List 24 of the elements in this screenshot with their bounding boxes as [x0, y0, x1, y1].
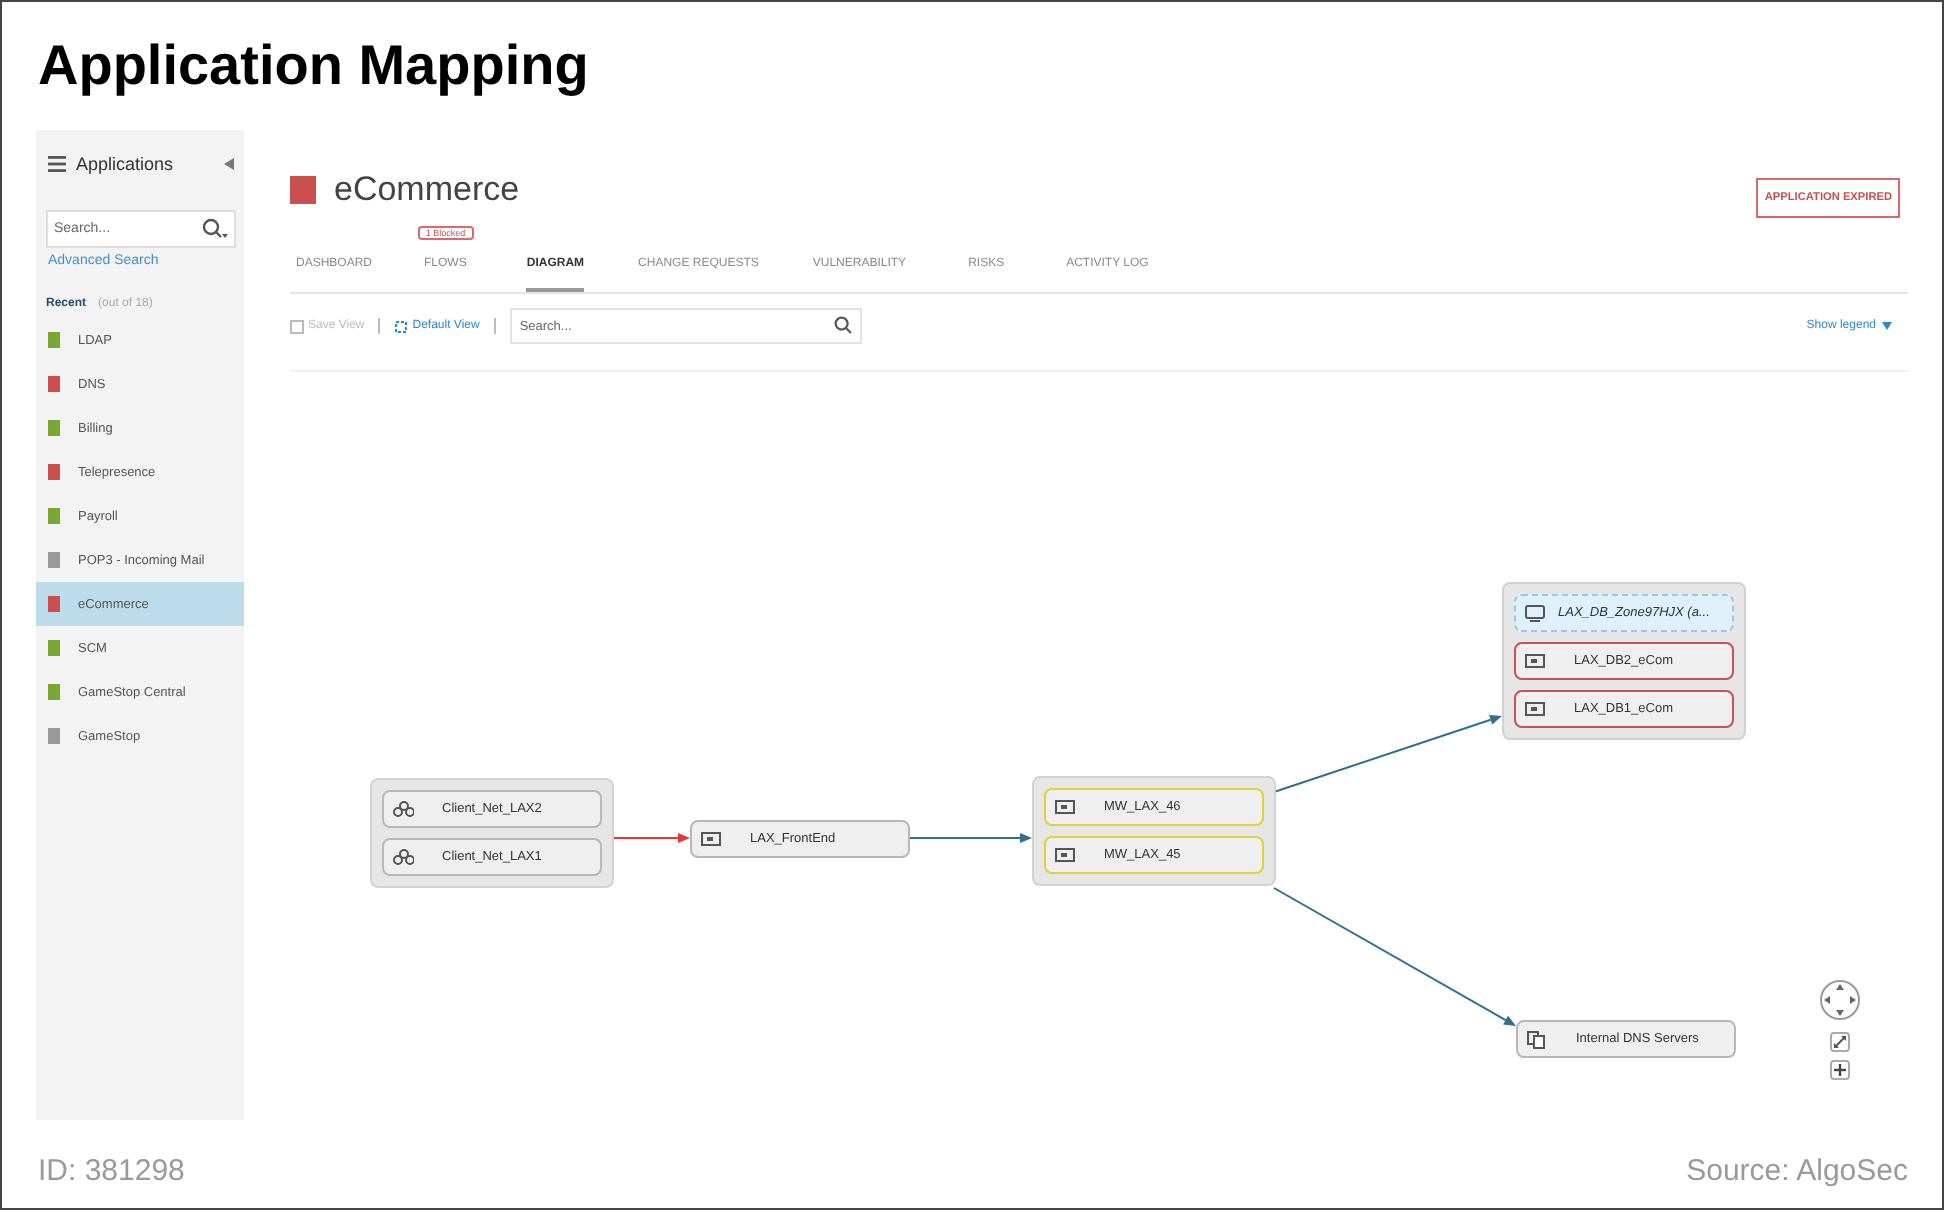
- caret-icon: [1882, 322, 1892, 330]
- server-icon: [1054, 797, 1076, 817]
- copies-icon: [1526, 1029, 1548, 1049]
- zoom-in-button[interactable]: [1830, 1060, 1850, 1080]
- menu-icon[interactable]: [48, 156, 66, 172]
- server-icon: [1054, 845, 1076, 865]
- search-icon[interactable]: [202, 218, 228, 240]
- sidebar-title: Applications: [76, 154, 174, 174]
- server-icon: [1524, 699, 1546, 719]
- app-title: eCommerce: [334, 170, 520, 210]
- network-icon: [392, 799, 414, 819]
- image-id: ID: 381298: [38, 1154, 185, 1188]
- pan-control[interactable]: [1820, 976, 1860, 1024]
- save-icon: [290, 319, 304, 333]
- search-icon[interactable]: [833, 316, 852, 334]
- server-icon: [700, 829, 722, 849]
- source-credit: Source: AlgoSec: [1686, 1154, 1908, 1188]
- network-icon: [392, 847, 414, 867]
- server-icon: [1524, 651, 1546, 671]
- reset-view-icon: [394, 319, 409, 333]
- fit-button[interactable]: [1830, 1032, 1850, 1052]
- zone-icon: [1524, 603, 1546, 623]
- page-title: Application Mapping: [38, 32, 589, 100]
- collapse-icon[interactable]: [224, 158, 234, 170]
